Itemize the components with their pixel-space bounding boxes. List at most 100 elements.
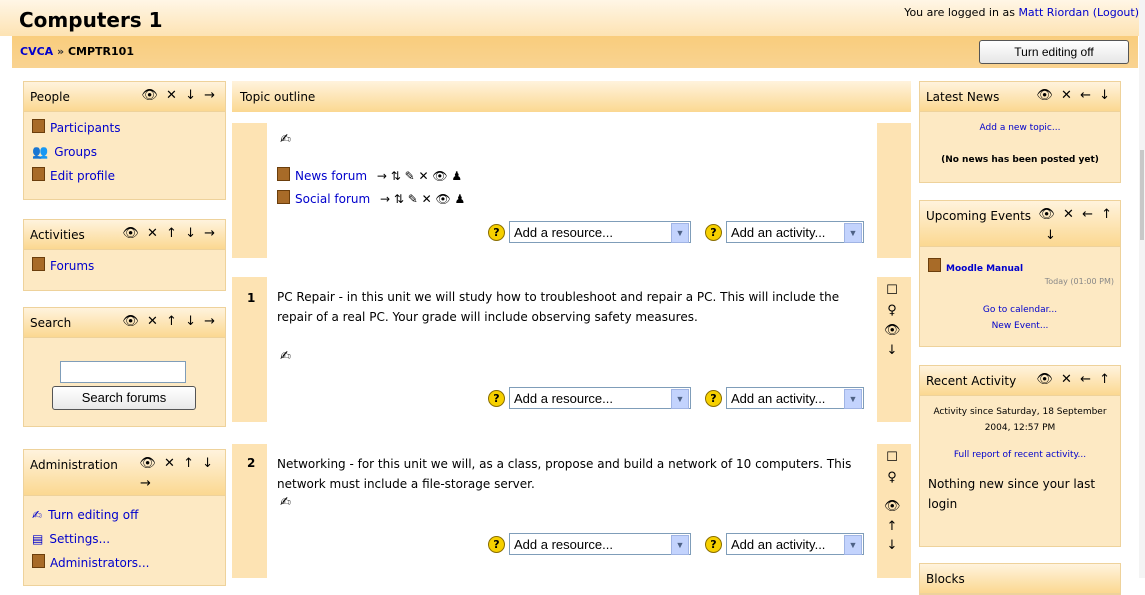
full-report-link[interactable]: Full report of recent activity... <box>954 450 1086 460</box>
edit-summary-icon[interactable]: ✍ <box>280 349 291 364</box>
highlight-lightbulb-icon[interactable]: ♀ <box>884 303 900 318</box>
new-event-link[interactable]: New Event... <box>992 321 1049 331</box>
participants-link[interactable]: Participants <box>24 116 225 140</box>
topic-1: 1 PC Repair - in this unit we will study… <box>232 277 911 422</box>
nothing-new-text: Nothing new since your last login <box>928 477 1096 511</box>
add-activity-select[interactable]: Add an activity... ▼ <box>726 221 864 243</box>
logout-link[interactable]: (Logout) <box>1093 6 1139 19</box>
people-block: People 👁 ✕ ↓ → Participants 👥 Groups Edit … <box>23 81 226 200</box>
topic-1-summary: PC Repair - in this unit we will study h… <box>277 290 840 324</box>
help-icon[interactable]: ? <box>705 536 722 553</box>
topic-0-content: ✍ News forum → ⇅ ✎ ✕ 👁 ♟ Social forum → … <box>267 123 877 258</box>
chevron-down-icon: ▼ <box>844 535 862 555</box>
navbar: CVCA » CMPTR101 Turn editing off <box>12 36 1138 68</box>
block-controls-icon[interactable]: 👁 ✕ ↑ ↓ → <box>122 226 217 241</box>
scrollbar-thumb[interactable] <box>1140 150 1144 240</box>
groups-link[interactable]: 👥 Groups <box>24 140 225 164</box>
hide-eye-icon[interactable]: 👁 <box>884 323 901 338</box>
blocks-block: Blocks <box>919 563 1121 595</box>
turn-editing-off-link[interactable]: ✍ Turn editing off <box>24 503 225 527</box>
move-right-icon[interactable]: → <box>140 476 151 491</box>
search-block: Search 👁 ✕ ↑ ↓ → Search forums <box>23 307 226 427</box>
add-resource-select[interactable]: Add a resource... ▼ <box>509 221 691 243</box>
activity-controls-icon[interactable]: → ⇅ ✎ ✕ 👁 ♟ <box>380 192 465 206</box>
add-resource-select[interactable]: Add a resource... ▼ <box>509 533 691 555</box>
topic-2-content: Networking - for this unit we will, as a… <box>267 444 877 578</box>
scrollbar[interactable] <box>1139 0 1145 578</box>
chevron-down-icon: ▼ <box>671 389 689 409</box>
activities-block: Activities 👁 ✕ ↑ ↓ → Forums <box>23 219 226 291</box>
block-controls-icon[interactable]: 👁 ✕ ↓ → <box>141 88 217 103</box>
groups-icon: 👥 <box>32 145 49 160</box>
participants-icon <box>32 119 45 133</box>
settings-icon: ▤ <box>32 532 44 546</box>
news-forum-link[interactable]: News forum <box>295 169 367 183</box>
highlight-lightbulb-icon[interactable]: ♀ <box>884 470 900 485</box>
chevron-down-icon: ▼ <box>671 535 689 555</box>
add-resource-select[interactable]: Add a resource... ▼ <box>509 387 691 409</box>
hide-eye-icon[interactable]: 👁 <box>884 499 901 514</box>
profile-icon <box>32 167 45 181</box>
search-forums-button[interactable]: Search forums <box>52 386 196 410</box>
move-down-icon[interactable]: ↓ <box>884 343 900 358</box>
edit-summary-icon[interactable]: ✍ <box>280 495 291 510</box>
topic-1-content: PC Repair - in this unit we will study h… <box>267 277 877 422</box>
blocks-title: Blocks <box>926 572 965 586</box>
topic-2-summary: Networking - for this unit we will, as a… <box>277 457 852 491</box>
block-controls-icon[interactable]: 👁 ✕ ← ↑ <box>1036 372 1112 387</box>
upcoming-events-title: Upcoming Events <box>926 209 1032 223</box>
administrators-link[interactable]: Administrators... <box>24 551 225 575</box>
turn-editing-off-button[interactable]: Turn editing off <box>979 40 1129 64</box>
edit-profile-link[interactable]: Edit profile <box>24 164 225 188</box>
block-controls-icon[interactable]: 👁 ✕ ← ↑ <box>1038 207 1114 222</box>
forums-link[interactable]: Forums <box>24 254 225 278</box>
breadcrumb-course: CMPTR101 <box>67 45 134 58</box>
help-icon[interactable]: ? <box>488 224 505 241</box>
activity-controls-icon[interactable]: → ⇅ ✎ ✕ 👁 ♟ <box>377 169 462 183</box>
topic-outline-header: Topic outline <box>232 81 911 112</box>
recent-activity-title: Recent Activity <box>926 374 1017 388</box>
show-only-topic-icon[interactable]: ☐ <box>884 283 900 298</box>
activities-title: Activities <box>30 228 85 242</box>
move-up-icon[interactable]: ↑ <box>884 519 900 534</box>
user-link[interactable]: Matt Riordan <box>1018 6 1089 19</box>
topic-number: 1 <box>247 291 256 305</box>
upcoming-events-block: Upcoming Events 👁 ✕ ← ↑ ↓ Moodle Manual To… <box>919 200 1121 347</box>
block-controls-icon[interactable]: 👁 ✕ ← ↓ <box>1036 88 1112 103</box>
activity-since-text: Activity since Saturday, 18 September 20… <box>933 407 1107 433</box>
edit-summary-icon[interactable]: ✍ <box>280 132 291 147</box>
chevron-down-icon: ▼ <box>671 223 689 243</box>
help-icon[interactable]: ? <box>705 390 722 407</box>
social-forum-row: Social forum → ⇅ ✎ ✕ 👁 ♟ <box>277 190 465 210</box>
breadcrumb-home[interactable]: CVCA <box>20 45 53 58</box>
block-controls-icon[interactable]: 👁 ✕ ↑ ↓ <box>139 456 215 471</box>
help-icon[interactable]: ? <box>705 224 722 241</box>
search-input[interactable] <box>60 361 186 383</box>
move-down-icon[interactable]: ↓ <box>1045 228 1056 243</box>
event-link[interactable]: Moodle Manual <box>946 264 1023 274</box>
event-row: Moodle Manual <box>928 258 1023 274</box>
login-info: You are logged in as Matt Riordan (Logou… <box>904 6 1139 19</box>
latest-news-title: Latest News <box>926 90 1000 104</box>
recent-activity-block: Recent Activity 👁 ✕ ← ↑ Activity since Sa… <box>919 365 1121 547</box>
block-controls-icon[interactable]: 👁 ✕ ↑ ↓ → <box>122 314 217 329</box>
admin-icon <box>32 554 45 568</box>
help-icon[interactable]: ? <box>488 536 505 553</box>
settings-link[interactable]: ▤ Settings... <box>24 527 225 551</box>
move-down-icon[interactable]: ↓ <box>884 538 900 553</box>
breadcrumb: CVCA » CMPTR101 <box>20 45 134 58</box>
help-icon[interactable]: ? <box>488 390 505 407</box>
social-forum-link[interactable]: Social forum <box>295 192 370 206</box>
topic-number: 2 <box>247 456 256 470</box>
no-news-text: (No news has been posted yet) <box>941 155 1099 165</box>
add-activity-select[interactable]: Add an activity... ▼ <box>726 387 864 409</box>
event-icon <box>928 258 941 272</box>
chevron-down-icon: ▼ <box>844 389 862 409</box>
go-to-calendar-link[interactable]: Go to calendar... <box>983 305 1057 315</box>
add-new-topic-link[interactable]: Add a new topic... <box>980 123 1061 133</box>
forum-icon <box>277 190 290 204</box>
show-only-topic-icon[interactable]: ☐ <box>884 450 900 465</box>
add-activity-select[interactable]: Add an activity... ▼ <box>726 533 864 555</box>
edit-pencil-icon: ✍ <box>32 508 43 522</box>
administration-title: Administration <box>30 458 118 472</box>
